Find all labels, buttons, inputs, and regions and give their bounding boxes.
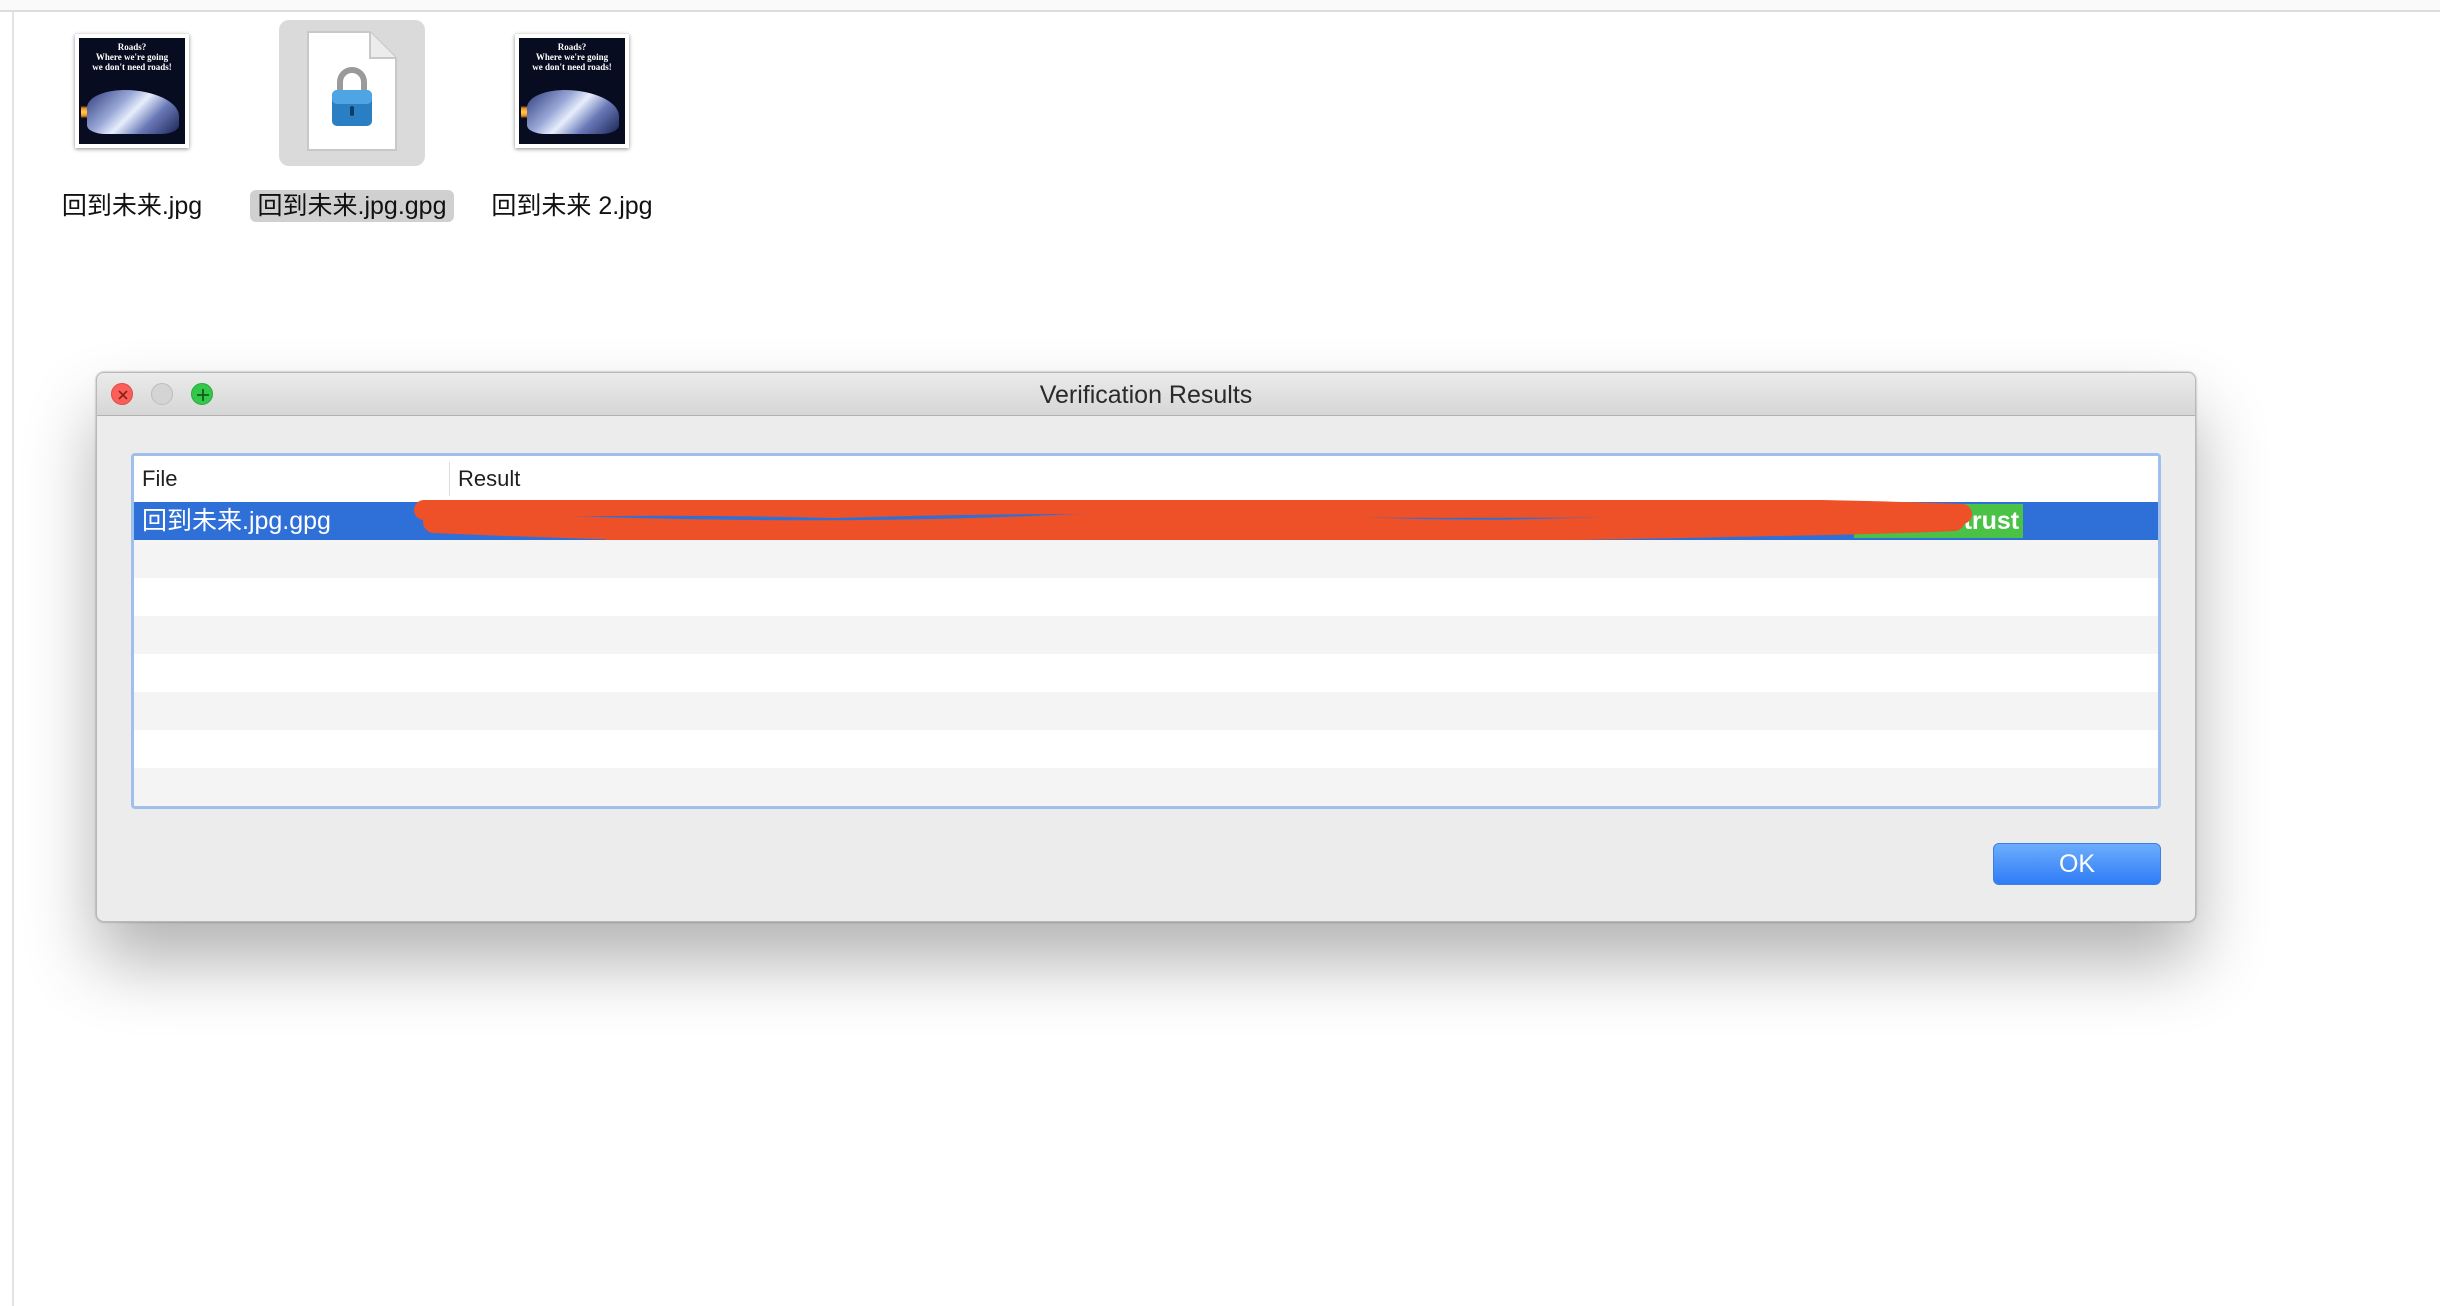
thumbnail-frame: Roads? Where we're going we don't need r… — [499, 20, 645, 166]
table-row[interactable] — [134, 654, 2158, 692]
finder-top-edge — [0, 0, 2440, 12]
file-name-label: 回到未来.jpg — [61, 192, 203, 220]
table-row[interactable] — [134, 616, 2158, 654]
thumbnail-frame: Roads? Where we're going we don't need r… — [59, 20, 205, 166]
car-graphic — [527, 90, 619, 134]
image-thumbnail-icon: Roads? Where we're going we don't need r… — [515, 34, 629, 148]
document-lock-icon — [307, 31, 397, 151]
results-table[interactable]: File Result 回到未来.jpg.gpg Ultimate trust — [131, 453, 2161, 809]
dialog-title: Verification Results — [1039, 381, 1253, 409]
selected-thumbnail-frame — [279, 20, 425, 166]
column-divider[interactable] — [449, 462, 450, 496]
file-icon-image-1[interactable]: Roads? Where we're going we don't need r… — [12, 20, 252, 220]
ok-button[interactable]: OK — [1993, 843, 2161, 885]
image-thumbnail-icon: Roads? Where we're going we don't need r… — [75, 34, 189, 148]
table-row[interactable] — [134, 540, 2158, 578]
table-row[interactable] — [134, 768, 2158, 806]
car-graphic — [87, 90, 179, 134]
table-row[interactable] — [134, 692, 2158, 730]
file-icon-image-2[interactable]: Roads? Where we're going we don't need r… — [452, 20, 692, 220]
table-row[interactable] — [134, 730, 2158, 768]
file-icon-gpg[interactable]: 回到未来.jpg.gpg — [232, 20, 472, 222]
column-header-result[interactable]: Result — [458, 456, 520, 502]
table-row[interactable]: 回到未来.jpg.gpg Ultimate trust — [134, 500, 2158, 551]
row-file-name: 回到未来.jpg.gpg — [142, 507, 331, 535]
table-body: 回到未来.jpg.gpg Ultimate trust — [134, 500, 2158, 806]
column-header-file[interactable]: File — [142, 456, 177, 502]
file-name-label: 回到未来 2.jpg — [491, 192, 653, 220]
poster-caption: Roads? Where we're going we don't need r… — [532, 42, 612, 72]
verification-results-dialog: Verification Results File Result 回到未来.jp… — [96, 372, 2196, 922]
dialog-titlebar[interactable]: Verification Results — [97, 373, 2195, 416]
table-header: File Result — [134, 456, 2158, 503]
poster-caption: Roads? Where we're going we don't need r… — [92, 42, 172, 72]
file-name-label: 回到未来.jpg.gpg — [232, 186, 472, 222]
table-row[interactable] — [134, 578, 2158, 616]
trust-level-badge: Ultimate trust — [1854, 504, 2024, 538]
